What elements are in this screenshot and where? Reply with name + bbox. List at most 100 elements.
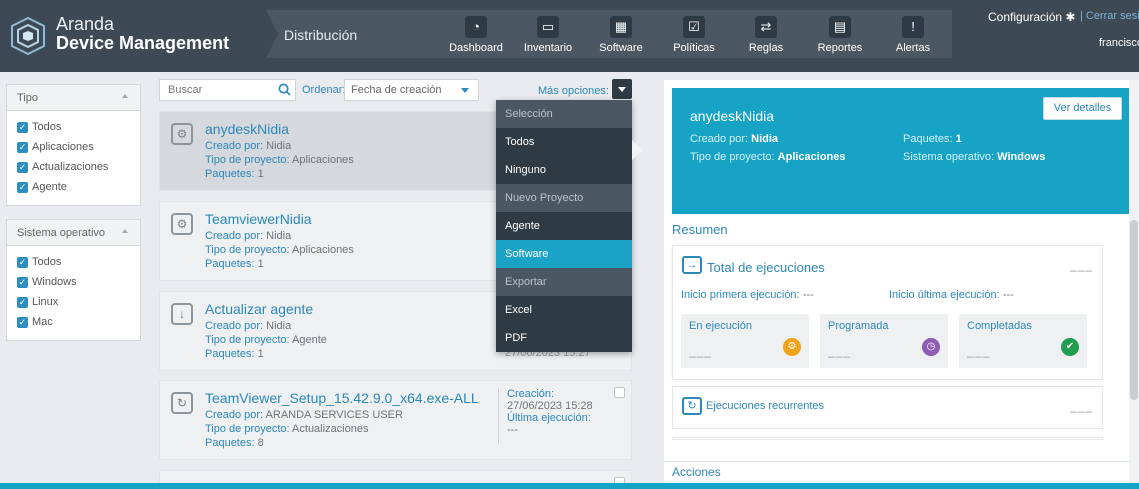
nav-alertas[interactable]: ! Alertas bbox=[878, 14, 948, 58]
filter-sistema-operativo: Sistema operativo ✓ Todos ✓ Windows ✓ Linux… bbox=[6, 219, 141, 341]
menu-item-agente[interactable]: Agente bbox=[496, 212, 632, 240]
packages: Paquetes: 1 bbox=[205, 258, 264, 270]
checkbox-checked-icon[interactable]: ✓ bbox=[17, 161, 28, 173]
refresh-box-icon: ↻ bbox=[171, 392, 193, 414]
execution-info: Creación: 27/06/2023 15:28 Última ejecuc… bbox=[498, 388, 593, 444]
first-execution: Inicio primera ejecución: --- bbox=[681, 289, 814, 301]
brand[interactable]: Aranda Device Management bbox=[0, 0, 265, 72]
gear-icon: ✱ bbox=[1065, 10, 1076, 24]
project-summary-header: anydeskNidia Ver detalles Creado por: Ni… bbox=[672, 88, 1132, 214]
project-card[interactable]: ↻ TeamViewer_Setup_15.42.9.0_x64.exe-ALL… bbox=[159, 380, 632, 460]
chevron-down-icon bbox=[618, 87, 626, 92]
footer-bar bbox=[0, 483, 1139, 489]
selection-arrow bbox=[632, 140, 642, 160]
checkbox-checked-icon[interactable]: ✓ bbox=[17, 276, 28, 288]
menu-item-pdf[interactable]: PDF bbox=[496, 324, 632, 352]
project-title[interactable]: anydeskNidia bbox=[205, 121, 289, 137]
project-title[interactable]: TeamviewerNidia bbox=[205, 211, 312, 227]
nav-label: Políticas bbox=[673, 42, 715, 54]
search-input[interactable] bbox=[160, 80, 270, 100]
logout-label: Cerrar sesión bbox=[1085, 10, 1139, 22]
nav-label: Reportes bbox=[817, 42, 863, 54]
filter-option[interactable]: ✓ Todos bbox=[7, 252, 140, 272]
collapsed-card bbox=[672, 437, 1103, 440]
gear-box-icon: ⚙ bbox=[171, 123, 193, 145]
filter-option[interactable]: ✓ Mac bbox=[7, 312, 140, 332]
more-options-button[interactable] bbox=[612, 79, 632, 99]
created-by: Creado por: Nidia bbox=[205, 320, 292, 332]
speedometer-icon: ◔ bbox=[465, 16, 487, 38]
nav-label: Reglas bbox=[748, 42, 784, 54]
check-icon: ✔ bbox=[1061, 338, 1079, 356]
search-icon[interactable] bbox=[278, 83, 291, 96]
nav-dashboard[interactable]: ◔ Dashboard bbox=[441, 14, 511, 58]
nav-software[interactable]: ▦ Software bbox=[586, 14, 656, 58]
rules-icon: ⇄ bbox=[755, 16, 777, 38]
filter-option[interactable]: ✓ Linux bbox=[7, 292, 140, 312]
filter-option[interactable]: ✓ Aplicaciones bbox=[7, 137, 140, 157]
scrollbar-thumb[interactable] bbox=[1130, 220, 1138, 400]
card-checkbox[interactable] bbox=[614, 387, 625, 398]
project-title[interactable]: TeamViewer_Setup_15.42.9.0_x64.exe-ALL bbox=[205, 390, 479, 406]
project-title[interactable]: Actualizar agente bbox=[205, 301, 313, 317]
menu-item-todos[interactable]: Todos bbox=[496, 128, 632, 156]
nav-label: Inventario bbox=[523, 42, 573, 54]
stat-label: En ejecución bbox=[689, 320, 752, 332]
gears-icon: ⚙ bbox=[783, 338, 801, 356]
nav-inventario[interactable]: ▭ Inventario bbox=[513, 14, 583, 58]
packages: Paquetes: 8 bbox=[205, 437, 264, 449]
stat-completed: Completadas ___ ✔ bbox=[959, 314, 1087, 368]
nav-reglas[interactable]: ⇄ Reglas bbox=[731, 14, 801, 58]
menu-item-ninguno[interactable]: Ninguno bbox=[496, 156, 632, 184]
filter-option[interactable]: ✓ Actualizaciones bbox=[7, 157, 140, 177]
report-icon: ▤ bbox=[829, 16, 851, 38]
nav-label: Dashboard bbox=[449, 42, 503, 54]
last-run-label: Última ejecución: bbox=[507, 412, 591, 424]
filter-option-label: Mac bbox=[32, 316, 53, 328]
filter-so-header[interactable]: Sistema operativo bbox=[7, 220, 140, 246]
packages: Paquetes: 1 bbox=[205, 348, 264, 360]
recurrent-executions-value: ___ bbox=[1069, 399, 1093, 413]
created-by: Creado por: Nidia bbox=[205, 140, 292, 152]
last-execution: Inicio última ejecución: --- bbox=[889, 289, 1014, 301]
nav-label: Alertas bbox=[895, 42, 931, 54]
configuration-link[interactable]: Configuración ✱ bbox=[988, 10, 1075, 24]
filter-tipo-header[interactable]: Tipo bbox=[7, 85, 140, 111]
stat-label: Programada bbox=[828, 320, 889, 332]
checkbox-checked-icon[interactable]: ✓ bbox=[17, 141, 28, 153]
checkbox-checked-icon[interactable]: ✓ bbox=[17, 256, 28, 268]
created-by: Creado por: ARANDA SERVICES USER bbox=[205, 409, 403, 421]
filter-title: Tipo bbox=[17, 92, 38, 104]
checkbox-checked-icon[interactable]: ✓ bbox=[17, 121, 28, 133]
project-type: Tipo de proyecto: Aplicaciones bbox=[205, 154, 354, 166]
filter-option[interactable]: ✓ Windows bbox=[7, 272, 140, 292]
more-options-label: Más opciones: bbox=[538, 85, 609, 97]
checkbox-checked-icon[interactable]: ✓ bbox=[17, 181, 28, 193]
arrow-in-box-icon: → bbox=[682, 256, 702, 274]
module-title: Distribución bbox=[284, 27, 358, 43]
created-by: Creado por: Nidia bbox=[205, 230, 292, 242]
search-box bbox=[159, 79, 296, 101]
nav-politicas[interactable]: ☑ Políticas bbox=[659, 14, 729, 58]
checkbox-checked-icon[interactable]: ✓ bbox=[17, 316, 28, 328]
filter-option[interactable]: ✓ Todos bbox=[7, 117, 140, 137]
view-details-button[interactable]: Ver detalles bbox=[1043, 97, 1122, 120]
gear-box-icon: ⚙ bbox=[171, 213, 193, 235]
summary-title: Resumen bbox=[672, 222, 728, 237]
nav-reportes[interactable]: ▤ Reportes bbox=[805, 14, 875, 58]
filter-option-label: Todos bbox=[32, 121, 62, 133]
checklist-icon: ☑ bbox=[683, 16, 705, 38]
clock-icon: ◷ bbox=[922, 338, 940, 356]
filter-option[interactable]: ✓ Agente bbox=[7, 177, 140, 197]
order-select[interactable]: Fecha de creación bbox=[344, 79, 479, 101]
checkbox-checked-icon[interactable]: ✓ bbox=[17, 296, 28, 308]
filter-option-label: Agente bbox=[32, 181, 67, 193]
chevron-down-icon bbox=[461, 88, 469, 93]
menu-item-excel[interactable]: Excel bbox=[496, 296, 632, 324]
menu-item-software[interactable]: Software bbox=[496, 240, 632, 268]
logout-link[interactable]: | Cerrar sesión bbox=[1080, 10, 1139, 22]
divider bbox=[664, 461, 1129, 462]
order-value: Fecha de creación bbox=[351, 84, 442, 96]
stat-label: Completadas bbox=[967, 320, 1032, 332]
project-type: Tipo de proyecto: Aplicaciones bbox=[205, 244, 354, 256]
